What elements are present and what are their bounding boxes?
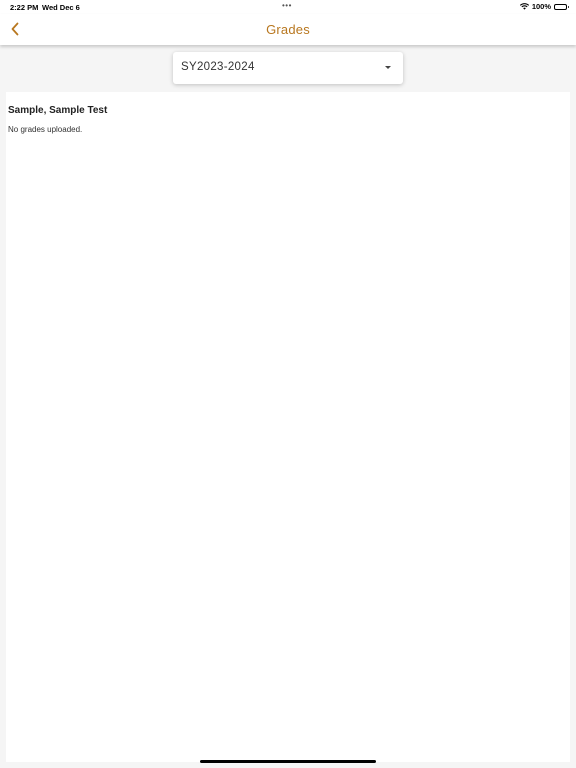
navigation-bar: Grades	[0, 14, 576, 45]
caret-down-icon	[385, 66, 391, 69]
battery-percent: 100%	[531, 2, 551, 11]
multitask-dots-icon[interactable]: •••	[282, 1, 292, 10]
student-name: Sample, Sample Test	[8, 105, 108, 116]
school-year-dropdown[interactable]: SY2023-2024	[173, 52, 403, 84]
page-title: Grades	[266, 22, 310, 37]
grades-card: Sample, Sample Test No grades uploaded.	[6, 92, 570, 762]
school-year-value: SY2023-2024	[181, 61, 255, 73]
battery-icon	[554, 3, 569, 10]
empty-grades-message: No grades uploaded.	[8, 125, 83, 134]
grades-screen: 2:22 PM Wed Dec 6 ••• 100% Grades SY2023…	[0, 0, 576, 768]
home-indicator[interactable]	[200, 760, 376, 763]
status-bar: 2:22 PM Wed Dec 6 ••• 100%	[0, 0, 576, 14]
status-date: Wed Dec 6	[42, 3, 80, 12]
status-time: 2:22 PM	[10, 3, 39, 12]
wifi-icon	[519, 3, 529, 10]
status-indicators: 100%	[519, 2, 569, 11]
